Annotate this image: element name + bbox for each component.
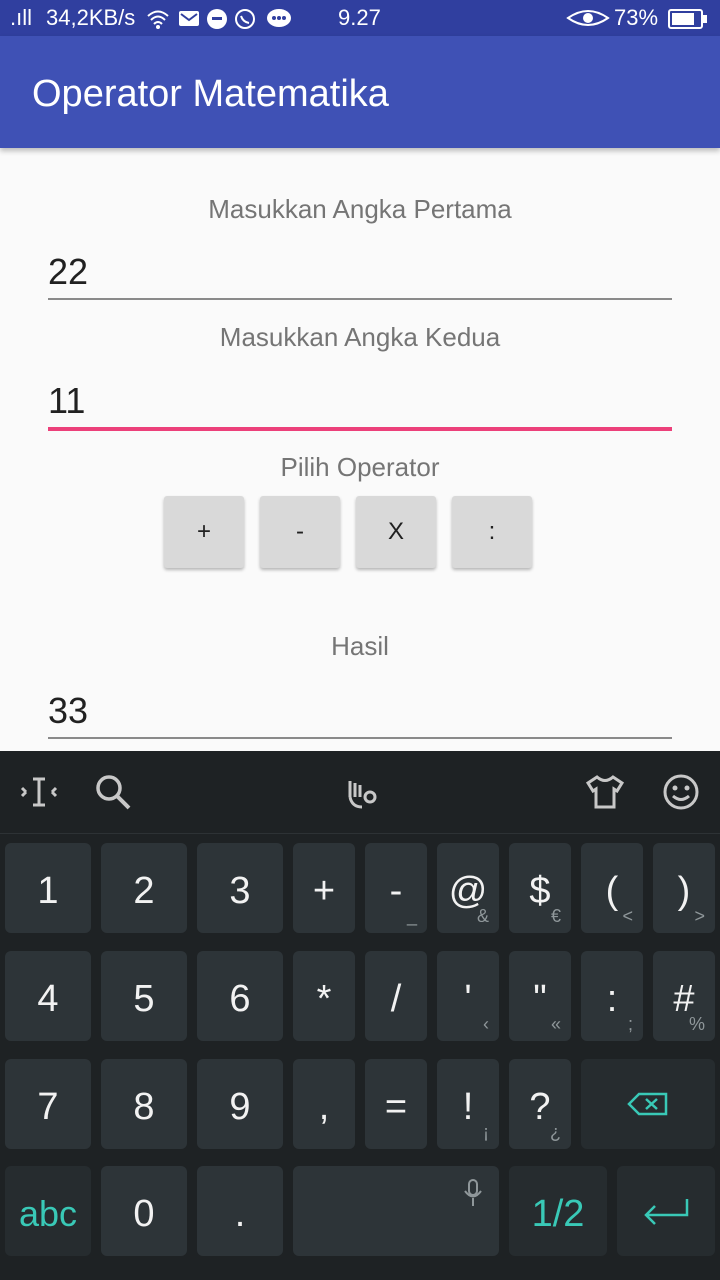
cursor-control-icon[interactable]	[18, 771, 60, 813]
clock: 9.27	[338, 5, 381, 30]
add-button[interactable]: +	[164, 496, 244, 568]
key-4[interactable]: 4	[5, 951, 91, 1041]
soft-keyboard: 1 2 3 + - _ @ & $ € (< ) > 4 5 6 * / ' ‹ " « :…	[0, 751, 720, 1280]
subtract-button[interactable]: -	[260, 496, 340, 568]
key-7[interactable]: 7	[5, 1059, 91, 1149]
key-3[interactable]: 3	[197, 843, 283, 933]
first-number-underline	[48, 298, 672, 300]
key-plus[interactable]: +	[293, 843, 355, 933]
line-app-icon	[207, 9, 227, 29]
key-0[interactable]: 0	[101, 1166, 187, 1256]
result-field[interactable]: 33	[48, 689, 672, 733]
space-key[interactable]	[293, 1166, 499, 1256]
keyboard-toolbar	[0, 751, 720, 834]
result-label: Hasil	[331, 631, 389, 661]
app-title: Operator Matematika	[32, 73, 389, 115]
gesture-icon[interactable]	[340, 771, 382, 813]
battery-percent: 73%	[614, 5, 659, 30]
key-colon[interactable]: :;	[581, 951, 643, 1041]
key-at[interactable]: @ &	[437, 843, 499, 933]
first-number-input[interactable]: 22	[48, 250, 672, 294]
key-slash[interactable]: /	[365, 951, 427, 1041]
multiply-button[interactable]: X	[356, 496, 436, 568]
key-period[interactable]: .	[197, 1166, 283, 1256]
key-comma[interactable]: ,	[293, 1059, 355, 1149]
battery-icon	[668, 9, 707, 29]
key-2[interactable]: 2	[101, 843, 187, 933]
key-exclamation[interactable]: ! ¡	[437, 1059, 499, 1149]
second-number-input[interactable]: 11	[48, 379, 672, 423]
key-8[interactable]: 8	[101, 1059, 187, 1149]
key-quote[interactable]: " «	[509, 951, 571, 1041]
emoji-icon[interactable]	[660, 771, 702, 813]
symbol-page-key[interactable]: 1/2	[509, 1166, 607, 1256]
key-1[interactable]: 1	[5, 843, 91, 933]
backspace-icon	[627, 1092, 668, 1116]
enter-icon	[644, 1199, 689, 1225]
status-bar: .ıll 34,2KB/s 9.27 73%	[0, 0, 720, 36]
key-9[interactable]: 9	[197, 1059, 283, 1149]
key-close-paren[interactable]: ) >	[653, 843, 715, 933]
signal-icon: .ıll	[10, 5, 32, 30]
key-open-paren[interactable]: (<	[581, 843, 643, 933]
key-hash[interactable]: #%	[653, 951, 715, 1041]
gmail-icon	[179, 11, 199, 26]
result-underline	[48, 737, 672, 739]
eye-comfort-icon	[566, 10, 610, 26]
second-number-underline	[48, 427, 672, 431]
key-question[interactable]: ? ¿	[509, 1059, 571, 1149]
second-number-label: Masukkan Angka Kedua	[219, 322, 501, 352]
key-dollar[interactable]: $ €	[509, 843, 571, 933]
message-icon	[267, 9, 291, 27]
key-5[interactable]: 5	[101, 951, 187, 1041]
first-number-label: Masukkan Angka Pertama	[208, 194, 512, 224]
key-minus[interactable]: - _	[365, 843, 427, 933]
theme-icon[interactable]	[584, 771, 626, 813]
microphone-icon	[464, 1179, 482, 1206]
search-icon[interactable]	[92, 771, 134, 813]
divide-button[interactable]: :	[452, 496, 532, 568]
wifi-icon	[147, 10, 169, 29]
key-asterisk[interactable]: *	[293, 951, 355, 1041]
network-speed: 34,2KB/s	[46, 5, 136, 30]
key-6[interactable]: 6	[197, 951, 283, 1041]
whatsapp-icon	[235, 9, 255, 29]
backspace-key[interactable]	[581, 1059, 715, 1149]
key-equals[interactable]: =	[365, 1059, 427, 1149]
enter-key[interactable]	[617, 1166, 715, 1256]
app-bar: Operator Matematika	[0, 36, 720, 148]
abc-switch-key[interactable]: abc	[5, 1166, 91, 1256]
operator-label: Pilih Operator	[280, 452, 440, 482]
key-apostrophe[interactable]: ' ‹	[437, 951, 499, 1041]
